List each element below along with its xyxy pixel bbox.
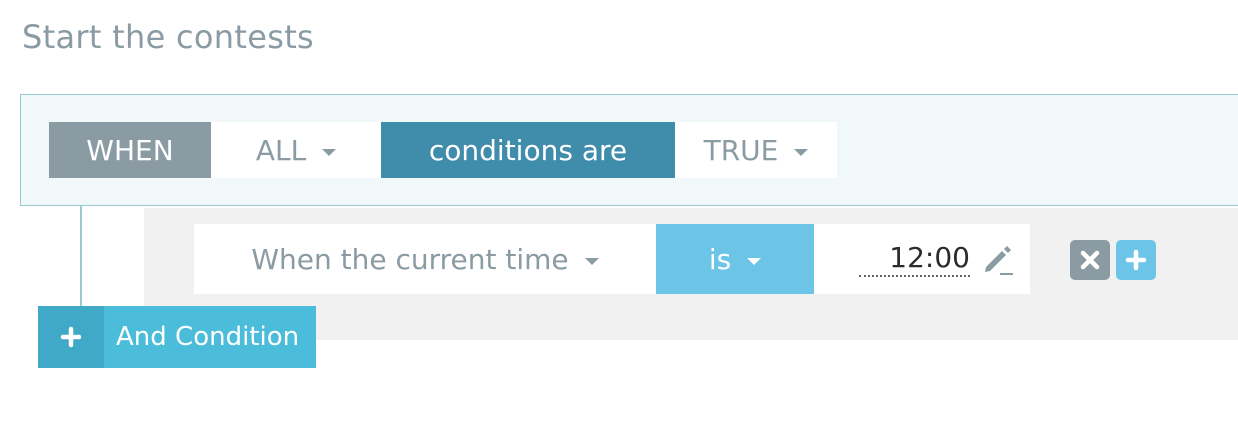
caret-down-icon (322, 148, 337, 156)
quantifier-dropdown[interactable]: ALL (211, 122, 381, 178)
row-actions (1070, 240, 1156, 280)
add-condition-inline-button[interactable] (1116, 240, 1156, 280)
close-icon (1080, 250, 1100, 270)
caret-down-icon (794, 148, 809, 156)
condition-row: When the current time is 12:00 (194, 224, 1030, 294)
caret-down-icon (747, 257, 762, 265)
when-label: WHEN (49, 122, 211, 178)
connector-line (80, 206, 82, 308)
plus-icon (1125, 249, 1147, 271)
caret-down-icon (584, 257, 599, 265)
conditions-label: conditions are (381, 122, 675, 178)
condition-operator-label: is (708, 242, 732, 276)
when-panel: WHEN ALL conditions are TRUE (20, 94, 1238, 206)
when-bar: WHEN ALL conditions are TRUE (49, 122, 837, 178)
and-condition-plus (38, 306, 104, 368)
time-value-input[interactable]: 12:00 (859, 241, 970, 277)
truth-value: TRUE (703, 133, 779, 167)
page-title: Start the contests (22, 18, 315, 56)
condition-operator-dropdown[interactable]: is (656, 224, 814, 294)
condition-field-label: When the current time (251, 242, 569, 276)
and-condition-label: And Condition (116, 322, 300, 352)
remove-condition-button[interactable] (1070, 240, 1110, 280)
quantifier-value: ALL (255, 133, 307, 167)
condition-value-field: 12:00 (814, 224, 1030, 294)
and-condition-button[interactable]: And Condition (38, 306, 316, 368)
truth-value-dropdown[interactable]: TRUE (675, 122, 837, 178)
condition-field-dropdown[interactable]: When the current time (194, 224, 656, 294)
plus-icon (60, 326, 82, 348)
pencil-icon[interactable] (980, 241, 1016, 277)
